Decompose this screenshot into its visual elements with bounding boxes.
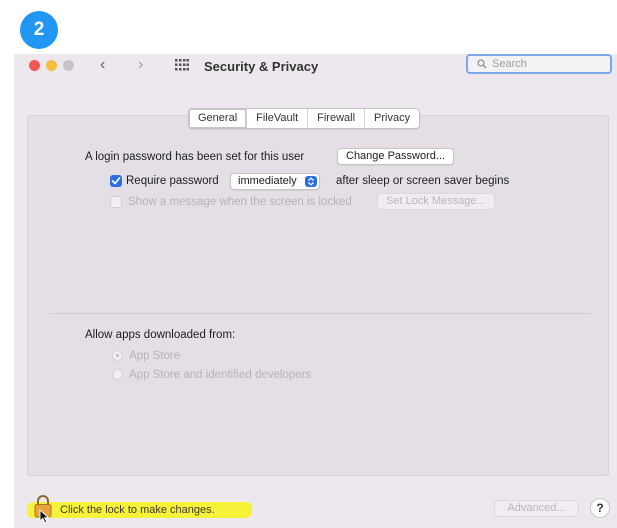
bottom-bar: Click the lock to make changes. Advanced…: [14, 484, 617, 528]
app-store-radio[interactable]: [112, 350, 123, 361]
identified-developers-label: App Store and identified developers: [129, 369, 312, 381]
show-message-label: Show a message when the screen is locked: [128, 196, 352, 208]
allow-apps-heading: Allow apps downloaded from:: [85, 329, 236, 341]
section-divider: [50, 313, 591, 314]
search-input[interactable]: Search: [466, 54, 612, 74]
require-password-checkbox[interactable]: [110, 175, 122, 187]
minimize-window-button[interactable]: [46, 60, 57, 71]
settings-panel: [27, 115, 609, 476]
require-password-delay-select[interactable]: immediately: [230, 173, 320, 190]
search-placeholder: Search: [492, 58, 527, 70]
forward-chevron-icon[interactable]: ›: [138, 56, 143, 74]
mouse-pointer-icon: [39, 508, 50, 527]
identified-developers-radio[interactable]: [112, 369, 123, 380]
chevron-updown-icon: [304, 176, 317, 187]
login-password-text: A login password has been set for this u…: [85, 151, 305, 163]
step-number-badge: 2: [20, 11, 58, 49]
show-all-grid-icon[interactable]: [175, 59, 189, 71]
delay-select-value: immediately: [238, 175, 297, 187]
tab-firewall[interactable]: Firewall: [307, 109, 364, 128]
require-password-label: Require password: [126, 175, 219, 187]
help-button[interactable]: ?: [590, 498, 610, 518]
window-title: Security & Privacy: [204, 59, 319, 74]
tab-general[interactable]: General: [189, 109, 247, 128]
search-icon: [477, 59, 487, 72]
change-password-button[interactable]: Change Password...: [337, 148, 455, 165]
zoom-window-button[interactable]: [63, 60, 74, 71]
close-window-button[interactable]: [29, 60, 40, 71]
preferences-window: ‹ › Security & Privacy Search General Fi…: [14, 54, 617, 528]
lock-instruction-label[interactable]: Click the lock to make changes.: [60, 504, 215, 516]
back-chevron-icon[interactable]: ‹: [100, 56, 105, 74]
show-message-checkbox[interactable]: [110, 196, 122, 208]
advanced-button[interactable]: Advanced...: [494, 500, 579, 517]
require-password-after-text: after sleep or screen saver begins: [336, 175, 510, 187]
tab-filevault[interactable]: FileVault: [246, 109, 307, 128]
tab-bar: General FileVault Firewall Privacy: [188, 108, 421, 129]
app-store-label: App Store: [129, 350, 181, 362]
set-lock-message-button[interactable]: Set Lock Message...: [377, 193, 495, 210]
title-bar: ‹ › Security & Privacy Search: [14, 54, 617, 86]
tab-privacy[interactable]: Privacy: [364, 109, 419, 128]
